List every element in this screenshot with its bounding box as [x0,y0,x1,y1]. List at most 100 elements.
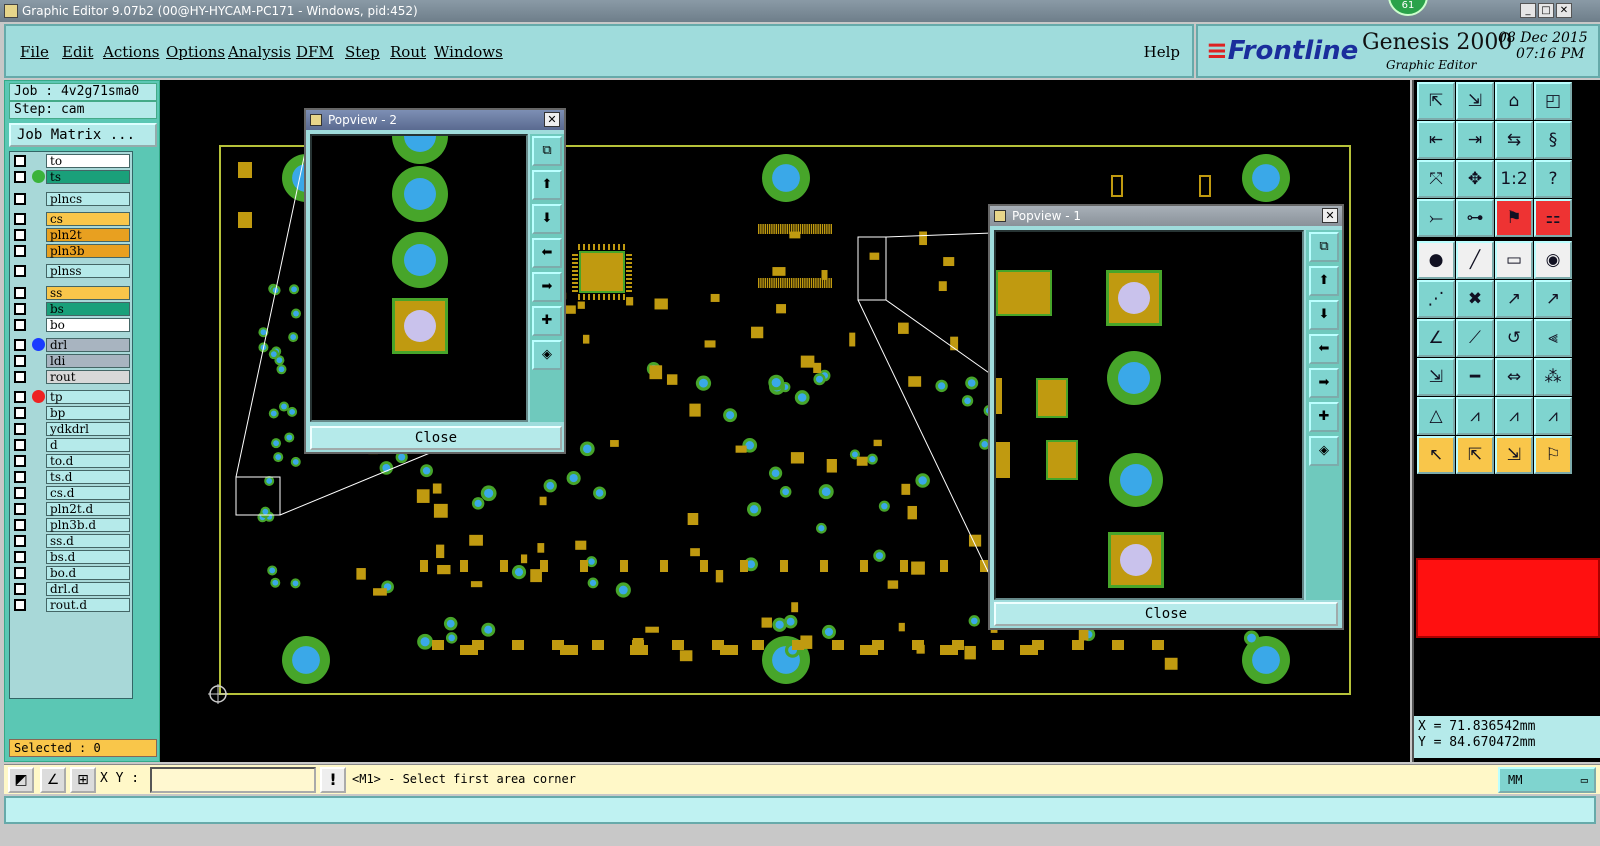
layer-checkbox[interactable] [14,213,26,225]
menu-analysis[interactable]: Analysis [228,43,291,61]
layer-row-bo[interactable]: bo [12,318,132,332]
layer-name[interactable]: to.d [46,454,130,468]
layer-name[interactable]: pln3b.d [46,518,130,532]
layer-checkbox[interactable] [14,303,26,315]
layer-name[interactable]: plncs [46,192,130,206]
pv2-zoom-in-icon[interactable]: ✚ [532,306,562,336]
layer-row-tp[interactable]: tp [12,390,132,404]
layer-row-plnss[interactable]: plnss [12,264,132,278]
snap-icon[interactable]: ◩ [8,767,34,793]
layer-row-bo-d[interactable]: bo.d [12,566,132,580]
move-icon[interactable]: ⇲ [1417,358,1455,396]
swap-icon[interactable]: ⇆ [1495,121,1533,159]
layer-row-rout-d[interactable]: rout.d [12,598,132,612]
layer-row-pln3b[interactable]: pln3b [12,244,132,258]
arch-mark-icon[interactable]: ⩘ [1534,397,1572,435]
layer-checkbox[interactable] [14,245,26,257]
angle-draw-icon[interactable]: ∠ [1417,319,1455,357]
dot-grid-icon[interactable]: ◉ [1534,241,1572,279]
layer-row-drl-d[interactable]: drl.d [12,582,132,596]
layer-checkbox[interactable] [14,155,26,167]
layer-checkbox[interactable] [14,371,26,383]
layer-name[interactable]: ss [46,286,130,300]
pv1-pan-up-icon[interactable]: ⬆ [1309,266,1339,296]
job-matrix-button[interactable]: Job Matrix ... [9,123,157,147]
stretch-icon[interactable]: ⇔ [1495,358,1533,396]
layer-row-cs[interactable]: cs [12,212,132,226]
fit-icon[interactable]: ⤧ [1417,160,1455,198]
popview-1-close-icon[interactable]: ✕ [1322,208,1338,223]
minimize-button[interactable]: _ [1520,3,1536,18]
layer-checkbox[interactable] [14,265,26,277]
layer-row-ss-d[interactable]: ss.d [12,534,132,548]
select-net-icon[interactable]: ⇲ [1495,436,1533,474]
layer-name[interactable]: drl.d [46,582,130,596]
layer-checkbox[interactable] [14,391,26,403]
layer-checkbox[interactable] [14,567,26,579]
page-down-icon[interactable]: ⇲ [1456,82,1494,120]
layer-row-bs-d[interactable]: bs.d [12,550,132,564]
popview-1-window[interactable]: Popview - 1 ✕ ⧉ ⬆ ⬇ ⬅ ➡ ✚ ◈ Close [988,204,1344,630]
layer-name[interactable]: pln2t [46,228,130,242]
pv1-zoom-in-icon[interactable]: ✚ [1309,402,1339,432]
layer-checkbox[interactable] [14,455,26,467]
pv1-zoom-fit-icon[interactable]: ⧉ [1309,232,1339,262]
message-icon[interactable]: ! [320,767,346,793]
popview-1-titlebar[interactable]: Popview - 1 ✕ [990,206,1342,226]
layer-checkbox[interactable] [14,229,26,241]
layer-checkbox[interactable] [14,423,26,435]
pv1-zoom-out-icon[interactable]: ◈ [1309,436,1339,466]
close-window-button[interactable]: ✕ [1556,3,1572,18]
menu-step[interactable]: Step [345,43,380,61]
dash-icon[interactable]: ━ [1456,358,1494,396]
home-page-icon[interactable]: ⇱ [1417,82,1455,120]
layer-checkbox[interactable] [14,583,26,595]
layer-row-bs[interactable]: bs [12,302,132,316]
layer-name[interactable]: rout [46,370,130,384]
graphic-canvas[interactable]: Popview - 2 ✕ ⧉ ⬆ ⬇ ⬅ ➡ ✚ ◈ Close Popvie… [160,80,1410,762]
menu-windows[interactable]: Windows [434,43,503,61]
grid-icon[interactable]: ⊞ [70,767,96,793]
layer-checkbox[interactable] [14,487,26,499]
xy-input[interactable] [150,767,316,793]
layer-checkbox[interactable] [14,319,26,331]
cluster-icon[interactable]: ⁂ [1534,358,1572,396]
popview-1-close-button[interactable]: Close [994,602,1338,626]
menu-options[interactable]: Options [166,43,225,61]
layer-name[interactable]: bo [46,318,130,332]
layer-checkbox[interactable] [14,519,26,531]
layer-row-rout[interactable]: rout [12,370,132,384]
pad-icon[interactable]: ● [1417,241,1455,279]
layer-name[interactable]: ldi [46,354,130,368]
prev-icon[interactable]: ⇤ [1417,121,1455,159]
triangle-icon[interactable]: △ [1417,397,1455,435]
connect-icon[interactable]: ⋰ [1417,280,1455,318]
layer-checkbox[interactable] [14,503,26,515]
menu-help[interactable]: Help [1144,43,1180,61]
window-icon[interactable]: ◰ [1534,82,1572,120]
cross-icon[interactable]: ✖ [1456,280,1494,318]
layer-name[interactable]: pln3b [46,244,130,258]
layer-name[interactable]: bp [46,406,130,420]
layer-row-ts[interactable]: ts [12,170,132,184]
layer-name[interactable]: ydkdrl [46,422,130,436]
layer-checkbox[interactable] [14,339,26,351]
vector-icon[interactable]: ↗ [1495,280,1533,318]
layer-row-drl[interactable]: drl [12,338,132,352]
layer-name[interactable]: ts [46,170,130,184]
layer-row-ydkdrl[interactable]: ydkdrl [12,422,132,436]
popview-2-close-icon[interactable]: ✕ [544,112,560,127]
pv2-zoom-fit-icon[interactable]: ⧉ [532,136,562,166]
home-icon[interactable]: ⌂ [1495,82,1533,120]
arch-icon[interactable]: ⩘ [1456,397,1494,435]
maximize-button[interactable]: □ [1538,3,1554,18]
redraw-icon[interactable]: § [1534,121,1572,159]
pv2-pan-down-icon[interactable]: ⬇ [532,204,562,234]
menu-dfm[interactable]: DFM [296,43,334,61]
menu-file[interactable]: File [20,43,49,61]
layer-name[interactable]: bs.d [46,550,130,564]
layer-row-pln2t[interactable]: pln2t [12,228,132,242]
arrow-icon[interactable]: ↗ [1534,280,1572,318]
layer-checkbox[interactable] [14,599,26,611]
layer-name[interactable]: d [46,438,130,452]
